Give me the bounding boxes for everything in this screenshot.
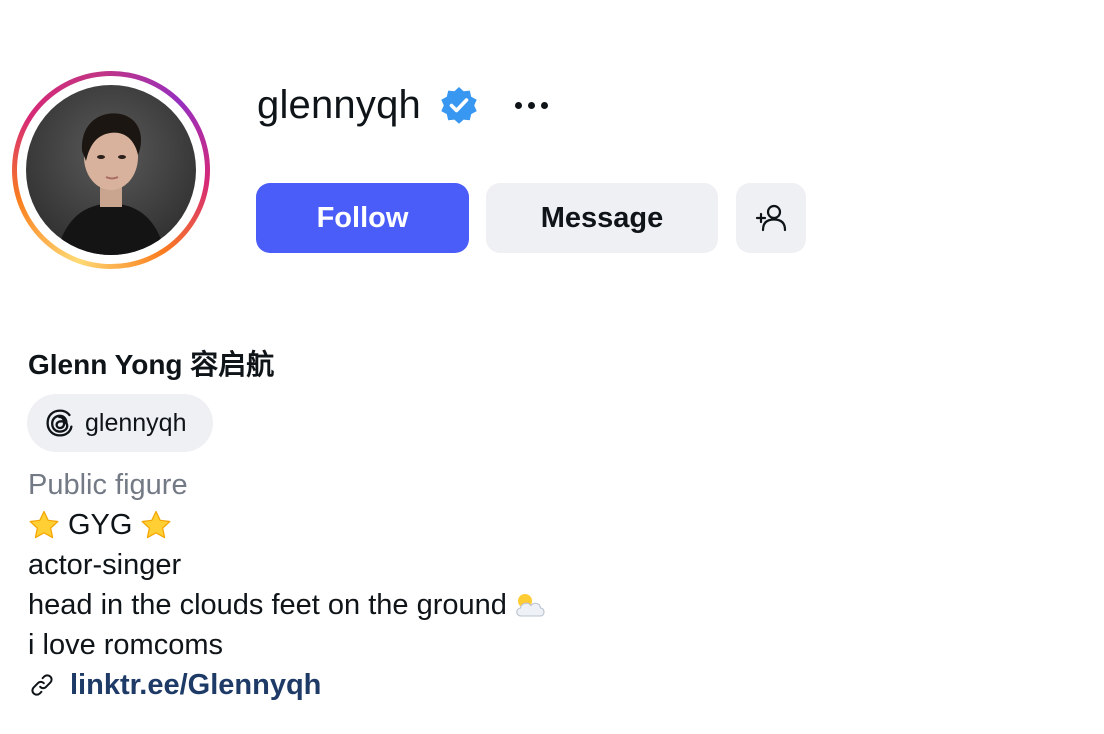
suggested-users-button[interactable] bbox=[736, 183, 806, 253]
threads-handle: glennyqh bbox=[85, 408, 187, 437]
story-ring[interactable] bbox=[12, 71, 210, 269]
bio-link[interactable]: linktr.ee/Glennyqh bbox=[28, 665, 547, 705]
full-name: Glenn Yong 容启航 bbox=[28, 349, 275, 380]
threads-logo-icon bbox=[46, 409, 73, 437]
bio-text: head in the clouds feet on the ground bbox=[28, 589, 507, 621]
bio-line: head in the clouds feet on the ground bbox=[28, 585, 547, 625]
verified-badge-icon bbox=[441, 87, 477, 124]
star-emoji-icon bbox=[29, 510, 59, 539]
add-user-icon bbox=[755, 204, 787, 232]
bio: Public figure GYG actor-singer head in t… bbox=[28, 465, 547, 705]
bio-text: GYG bbox=[68, 509, 133, 541]
message-button[interactable]: Message bbox=[486, 183, 718, 253]
more-options-icon[interactable] bbox=[514, 85, 548, 125]
dot bbox=[514, 101, 522, 109]
username: glennyqh bbox=[257, 82, 421, 127]
avatar[interactable] bbox=[26, 85, 196, 255]
bio-link-text[interactable]: linktr.ee/Glennyqh bbox=[70, 665, 321, 705]
avatar-frame bbox=[17, 76, 205, 264]
dot bbox=[540, 101, 548, 109]
link-icon bbox=[31, 674, 53, 696]
follow-button[interactable]: Follow bbox=[256, 183, 469, 253]
sun-behind-cloud-emoji-icon bbox=[516, 594, 545, 617]
username-row: glennyqh bbox=[257, 78, 548, 132]
category-label: Public figure bbox=[28, 469, 188, 501]
bio-line: actor-singer bbox=[28, 549, 182, 581]
bio-line: GYG bbox=[28, 505, 547, 545]
threads-badge[interactable]: glennyqh bbox=[27, 394, 213, 452]
dot bbox=[527, 101, 535, 109]
bio-line: i love romcoms bbox=[28, 629, 223, 661]
star-emoji-icon bbox=[142, 510, 171, 539]
